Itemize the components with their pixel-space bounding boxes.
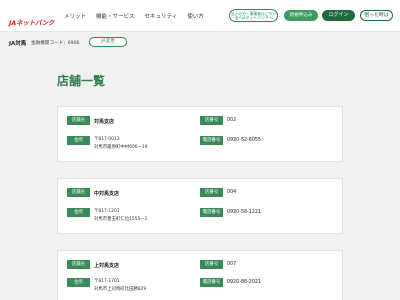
store-address: 対馬市厳原町中村606—19 bbox=[94, 145, 148, 150]
postal-code: 〒817-1201 bbox=[94, 209, 120, 214]
bank-code: 金融機関コード：6906 bbox=[31, 40, 80, 46]
phone-label: 電話番号 bbox=[200, 136, 223, 145]
address-label: 住所 bbox=[67, 278, 90, 287]
store-name-label: 店舗名 bbox=[67, 260, 90, 269]
store-phone[interactable]: 0920-52-6055 bbox=[227, 138, 261, 143]
login-button[interactable]: ログイン bbox=[322, 10, 355, 21]
corporate-button-line2: 法人JAネットバンクへ bbox=[234, 14, 273, 20]
bank-name: JA対馬 bbox=[9, 41, 27, 47]
postal-code: 〒817-1701 bbox=[94, 279, 120, 284]
phone-label: 電話番号 bbox=[200, 278, 223, 287]
store-card: 店舗名 中対馬支店 店番号 004 住所 〒817-1201 対馬市豊玉町仁位1… bbox=[57, 178, 343, 234]
logo-text: JAネットバンク bbox=[9, 19, 55, 27]
store-number: 004 bbox=[227, 190, 237, 195]
store-phone[interactable]: 0920-86-2021 bbox=[227, 280, 261, 285]
nav-howto[interactable]: 使い方 bbox=[187, 12, 204, 20]
store-number-label: 店番号 bbox=[200, 116, 223, 125]
phone-label: 電話番号 bbox=[200, 208, 223, 217]
corporate-button[interactable]: 法人の方・事業者はこちら 法人JAネットバンクへ bbox=[229, 9, 278, 22]
store-number-label: 店番号 bbox=[200, 260, 223, 269]
nav-features[interactable]: 機能・サービス bbox=[96, 12, 135, 20]
store-card: 店舗名 上対馬支店 店番号 007 住所 〒817-1701 対馬市上対馬町比田… bbox=[57, 250, 343, 300]
store-number: 007 bbox=[227, 262, 237, 267]
address-label: 住所 bbox=[67, 136, 90, 145]
help-button[interactable]: 困った時は bbox=[360, 10, 393, 21]
nav-merit[interactable]: メリット bbox=[64, 12, 86, 20]
page-title: 店舗一覧 bbox=[57, 74, 106, 88]
site-header: JAネットバンク メリット 機能・サービス セキュリティ 使い方 法人の方・事業… bbox=[0, 0, 400, 32]
nav-security[interactable]: セキュリティ bbox=[145, 12, 178, 20]
store-address: 対馬市豊玉町仁位1555—2 bbox=[94, 217, 148, 222]
main-nav: メリット 機能・サービス セキュリティ 使い方 bbox=[64, 12, 204, 20]
store-name: 中対馬支店 bbox=[94, 191, 120, 197]
ja-netbank-logo[interactable]: JAネットバンク bbox=[9, 10, 57, 27]
change-ja-button[interactable]: JA変更 bbox=[89, 37, 127, 47]
store-name: 上対馬支店 bbox=[94, 263, 120, 269]
store-name-label: 店舗名 bbox=[67, 188, 90, 197]
address-label: 住所 bbox=[67, 208, 90, 217]
store-phone[interactable]: 0920-58-1221 bbox=[227, 210, 261, 215]
store-number-label: 店番号 bbox=[200, 188, 223, 197]
store-card: 店舗名 対馬支店 店番号 002 住所 〒817-0013 対馬市厳原町中村60… bbox=[57, 106, 343, 162]
new-application-button[interactable]: 新規申込み bbox=[284, 10, 318, 21]
postal-code: 〒817-0013 bbox=[94, 137, 120, 142]
store-number: 002 bbox=[227, 118, 237, 123]
store-name-label: 店舗名 bbox=[67, 116, 90, 125]
store-name: 対馬支店 bbox=[94, 119, 115, 125]
store-address: 対馬市上対馬町比田勝829 bbox=[94, 287, 147, 292]
